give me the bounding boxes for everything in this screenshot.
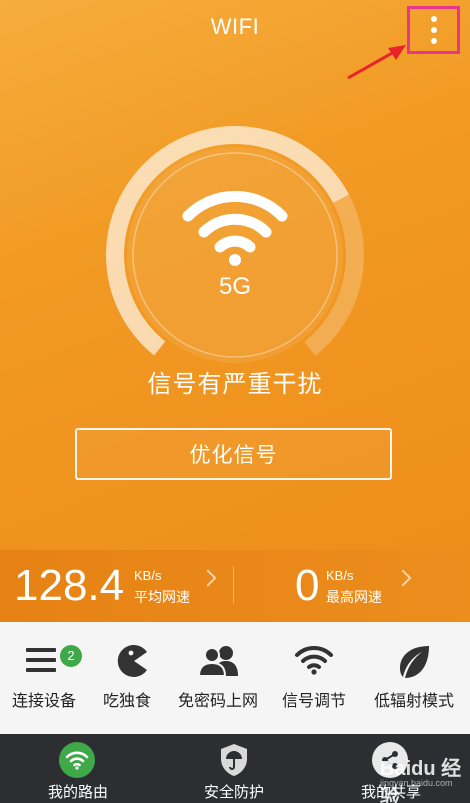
nav-my-router[interactable]: 我的路由 — [0, 734, 156, 803]
speed-bar: 128.4 KB/s 平均网速 0 KB/s 最高网速 — [0, 550, 470, 622]
average-speed[interactable]: 128.4 KB/s 平均网速 — [0, 550, 235, 622]
tool-label: 连接设备 — [11, 691, 76, 710]
tool-label: 吃独食 — [102, 691, 151, 710]
max-speed-label: 最高网速 — [326, 590, 382, 606]
more-vertical-icon — [430, 16, 437, 22]
pacman-icon — [117, 645, 147, 677]
tool-passwordless-access[interactable]: 免密码上网 — [166, 622, 270, 734]
max-speed-unit: KB/s — [326, 568, 354, 583]
max-speed-value: 0 — [295, 561, 320, 610]
leaf-icon — [400, 646, 429, 678]
chevron-right-icon — [199, 569, 217, 587]
shield-umbrella-icon — [216, 742, 252, 778]
wifi-icon — [295, 645, 333, 675]
more-options-button[interactable] — [407, 6, 460, 54]
device-count-badge: 2 — [60, 645, 82, 667]
annotation-arrow-icon — [347, 45, 406, 80]
nav-security[interactable]: 安全防护 — [156, 734, 312, 803]
tool-label: 信号调节 — [281, 691, 346, 710]
signal-status: 信号有严重干扰 — [147, 370, 323, 398]
baidu-watermark-url: jingyan.baidu.com — [380, 778, 453, 788]
more-dot — [430, 38, 437, 44]
max-speed[interactable]: 0 KB/s 最高网速 — [235, 550, 470, 622]
page-title: WIFI — [210, 14, 260, 39]
tool-grid: 2 连接设备 吃独食 免密码上网 信号调节 低辐射模式 — [0, 622, 470, 734]
more-dot — [430, 27, 437, 33]
tool-label: 低辐射模式 — [373, 691, 454, 710]
users-icon — [198, 646, 238, 676]
average-speed-value: 128.4 — [14, 561, 125, 610]
tool-low-radiation[interactable]: 低辐射模式 — [358, 622, 470, 734]
nav-label: 我的路由 — [47, 783, 108, 801]
band-label: 5G — [218, 273, 251, 300]
tool-connected-devices[interactable]: 2 连接设备 — [0, 622, 88, 734]
signal-panel: WIFI 5G 信号有严重干扰 优化信号 — [0, 0, 470, 622]
tool-signal-adjust[interactable]: 信号调节 — [270, 622, 358, 734]
tool-exclusive-bandwidth[interactable]: 吃独食 — [88, 622, 166, 734]
average-speed-unit: KB/s — [134, 568, 162, 583]
nav-label: 安全防护 — [203, 783, 264, 801]
chevron-right-icon — [394, 569, 412, 587]
menu-list-icon — [26, 648, 56, 672]
wifi-icon — [59, 742, 95, 778]
average-speed-label: 平均网速 — [134, 590, 190, 606]
tool-label: 免密码上网 — [177, 691, 258, 710]
optimize-signal-button[interactable]: 优化信号 — [75, 428, 392, 480]
wifi-icon — [182, 190, 288, 266]
speed-divider — [233, 566, 234, 604]
